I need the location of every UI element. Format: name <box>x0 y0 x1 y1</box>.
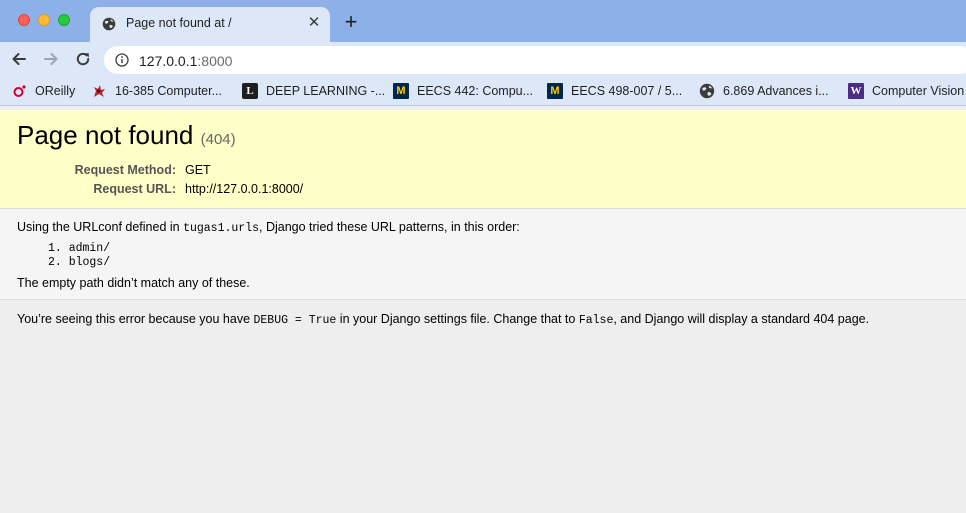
bookmark-eecs-442[interactable]: M EECS 442: Compu... <box>393 82 535 100</box>
forward-arrow-icon[interactable] <box>41 49 61 69</box>
debug-setting: DEBUG = True <box>253 314 337 327</box>
urlconf-intro-prefix: Using the URLconf defined in <box>17 220 184 234</box>
tab-active[interactable]: Page not found at / ✕ <box>90 7 330 42</box>
tab-title: Page not found at / <box>126 16 232 30</box>
site-info-icon[interactable] <box>115 53 129 67</box>
bookmark-label: EECS 442: Compu... <box>417 84 534 98</box>
reload-icon[interactable] <box>73 49 93 69</box>
urlconf-name: tugas1.urls <box>183 222 259 235</box>
cmu-griffin-icon <box>91 83 107 99</box>
bookmark-label: DEEP LEARNING -... <box>266 84 386 98</box>
url-pattern-item: 2. blogs/ <box>48 256 111 269</box>
new-tab-icon[interactable]: + <box>342 11 360 33</box>
no-match-message: The empty path didn’t match any of these… <box>17 276 250 290</box>
bookmark-oreilly[interactable]: OReilly <box>12 82 82 100</box>
uw-w-icon: W <box>848 83 864 99</box>
oreilly-icon <box>12 83 28 99</box>
l-logo-icon: L <box>242 83 258 99</box>
bookmark-computer-vision[interactable]: W Computer Vision <box>848 82 966 100</box>
url-pattern-item: 1. admin/ <box>48 242 111 255</box>
request-method-label: Request Method: <box>74 163 176 177</box>
globe-icon <box>102 17 116 31</box>
bookmark-6-869[interactable]: 6.869 Advances i... <box>699 82 839 100</box>
bookmark-label: Computer Vision <box>872 84 965 98</box>
urlconf-intro: Using the URLconf defined in tugas1.urls… <box>17 220 520 235</box>
umich-m-icon: M <box>547 83 563 99</box>
status-code: (404) <box>200 131 236 148</box>
address-bar[interactable]: 127.0.0.1:8000 <box>104 46 966 74</box>
false-value: False <box>578 314 614 327</box>
bookmark-deep-learning[interactable]: L DEEP LEARNING -... <box>242 82 386 100</box>
browser-toolbar: 127.0.0.1:8000 <box>0 42 966 76</box>
url-patterns-info: Using the URLconf defined in tugas1.urls… <box>0 209 966 300</box>
error-summary: Page not found (404) Request Method: GET… <box>0 110 966 209</box>
close-window-button[interactable] <box>18 14 30 26</box>
bookmark-label: OReilly <box>35 84 76 98</box>
request-method-value: GET <box>185 163 211 177</box>
back-arrow-icon[interactable] <box>9 49 29 69</box>
bookmark-eecs-498[interactable]: M EECS 498-007 / 5... <box>547 82 687 100</box>
request-url-value: http://127.0.0.1:8000/ <box>185 182 304 196</box>
bookmark-16-385[interactable]: 16-385 Computer... <box>91 82 231 100</box>
debug-message-suffix: , and Django will display a standard 404… <box>613 312 870 326</box>
umich-m-icon: M <box>393 83 409 99</box>
bookmark-label: EECS 498-007 / 5... <box>571 84 683 98</box>
debug-message-middle: in your Django settings file. Change tha… <box>336 312 579 326</box>
debug-explanation: You’re seeing this error because you hav… <box>0 300 966 513</box>
debug-message: You’re seeing this error because you hav… <box>17 312 869 327</box>
url-port: :8000 <box>197 53 233 69</box>
tab-strip: Page not found at / ✕ + <box>0 0 966 42</box>
bookmark-label: 6.869 Advances i... <box>723 84 829 98</box>
bookmark-label: 16-385 Computer... <box>115 84 223 98</box>
urlconf-intro-suffix: , Django tried these URL patterns, in th… <box>259 220 520 234</box>
close-icon[interactable]: ✕ <box>306 15 322 31</box>
url-host: 127.0.0.1 <box>139 53 198 69</box>
globe-icon <box>699 83 715 99</box>
maximize-window-button[interactable] <box>58 14 70 26</box>
minimize-window-button[interactable] <box>38 14 50 26</box>
debug-message-prefix: You’re seeing this error because you hav… <box>17 312 254 326</box>
page-title: Page not found (404) <box>17 120 236 151</box>
url-text[interactable]: 127.0.0.1:8000 <box>139 53 232 69</box>
page-title-text: Page not found <box>17 120 194 150</box>
bookmarks-bar: OReilly 16-385 Computer... L DEEP LEARNI… <box>0 76 966 106</box>
request-url-label: Request URL: <box>93 182 176 196</box>
